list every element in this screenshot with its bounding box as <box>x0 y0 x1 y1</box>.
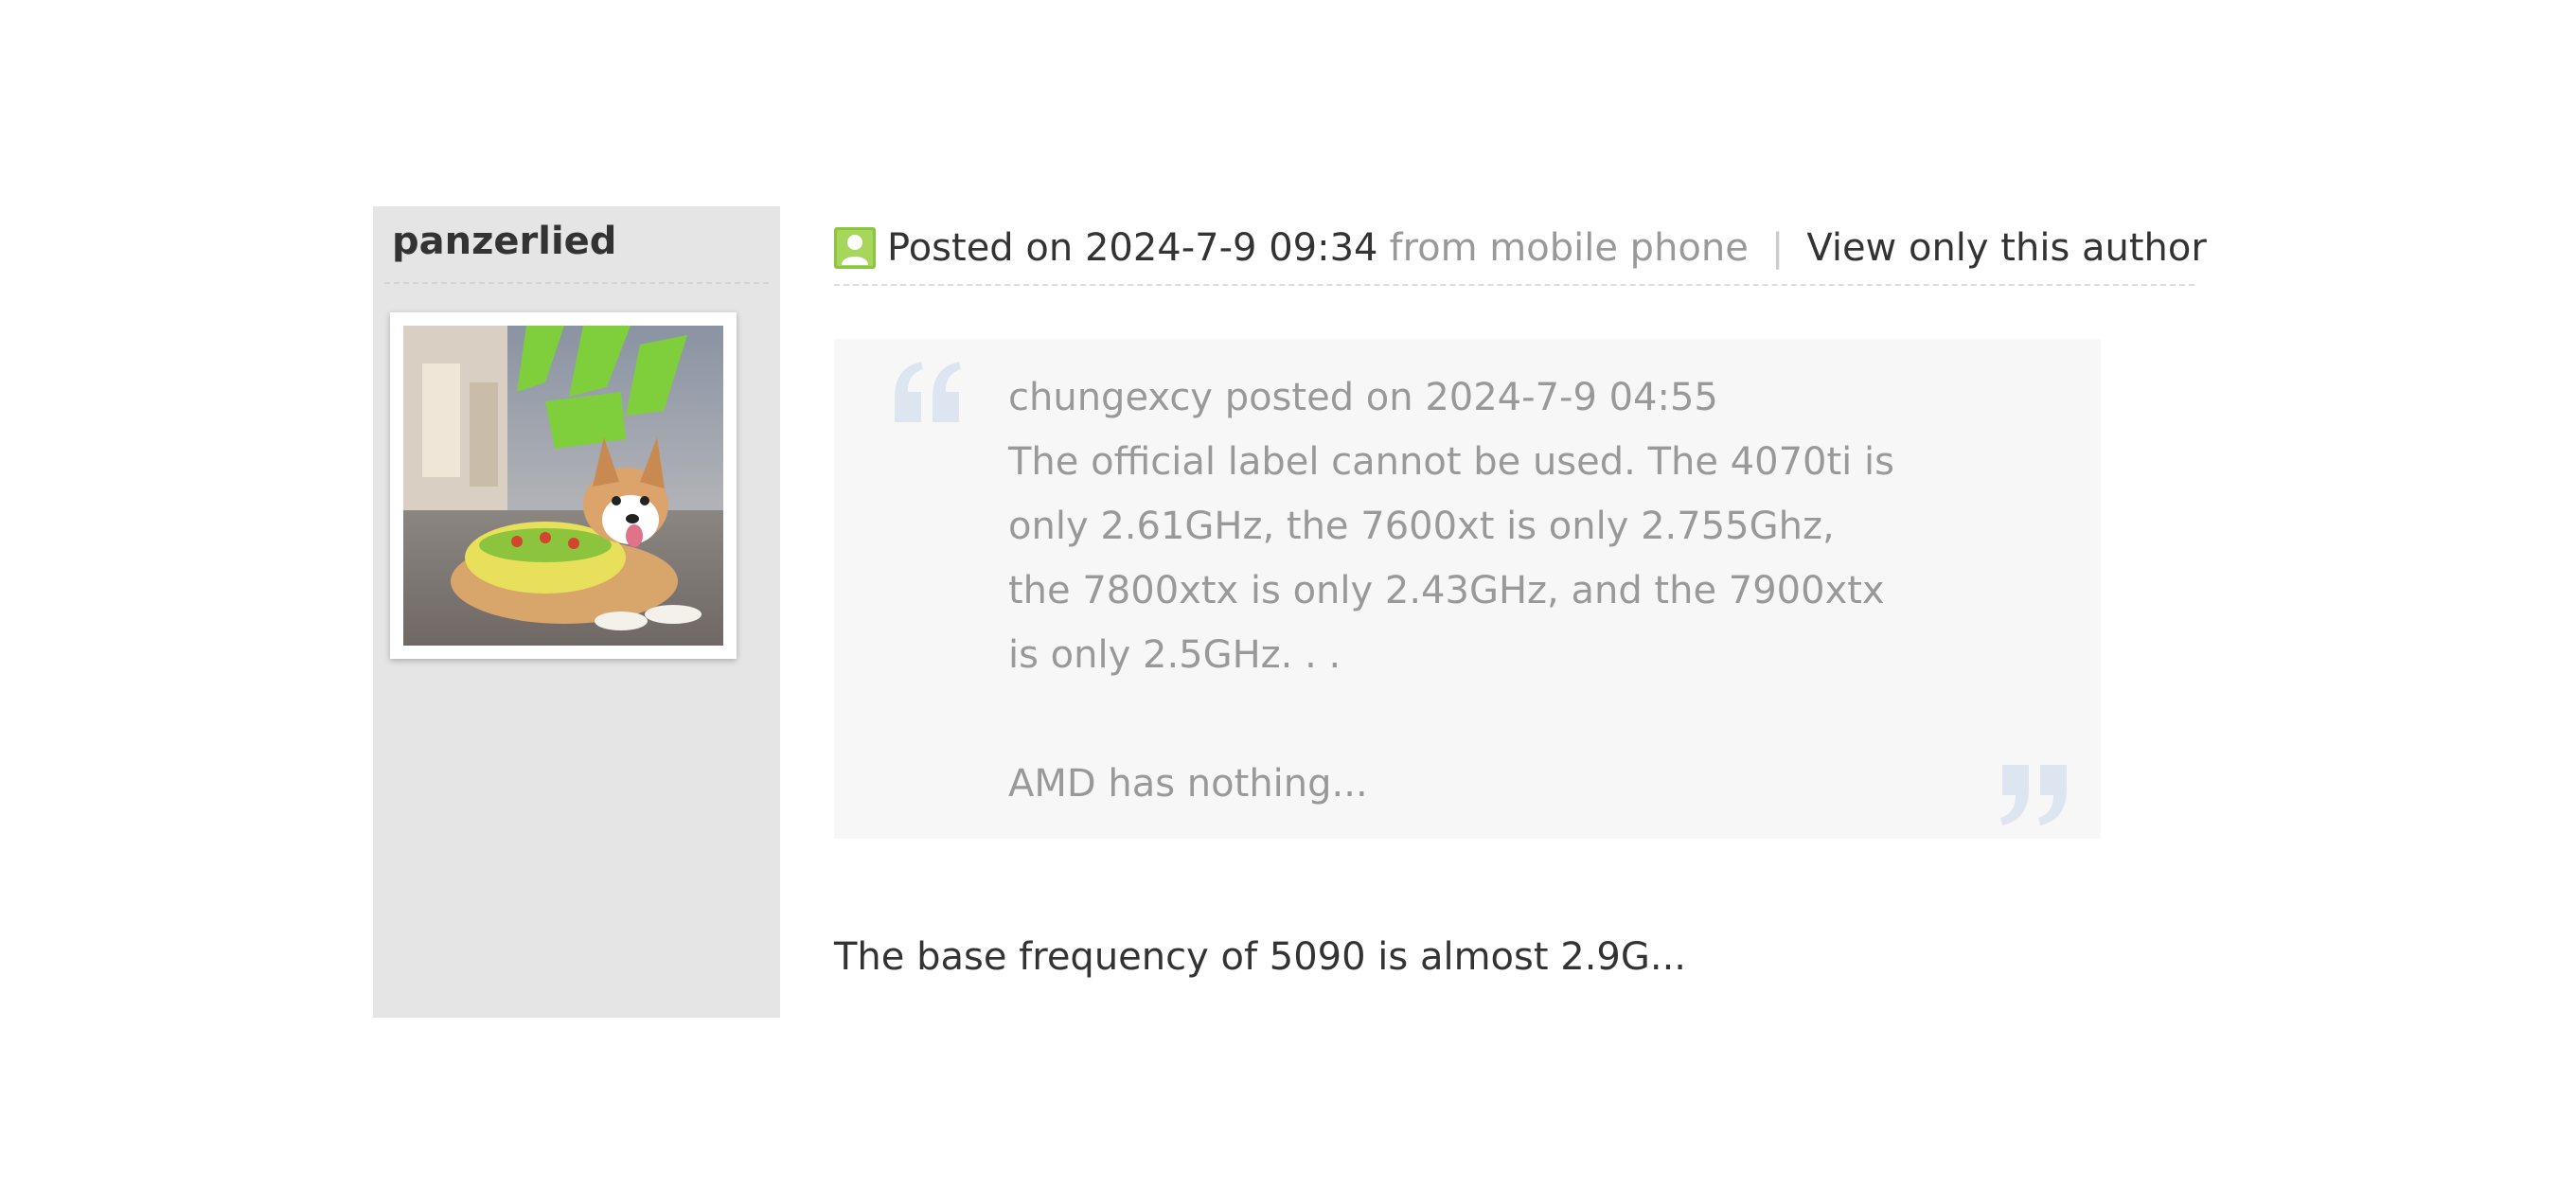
open-quote-icon <box>895 362 961 422</box>
view-only-author-link[interactable]: View only this author <box>1806 226 2206 270</box>
author-username[interactable]: panzerlied <box>392 218 616 265</box>
forum-post: panzerlied Posted on 2024-7-9 09:34 from… <box>373 206 2207 1018</box>
corgi-avatar-image <box>403 326 723 646</box>
quote-block: chungexcy posted on 2024-7-9 04:55 The o… <box>834 339 2101 839</box>
post-source: from mobile phone <box>1389 226 1749 270</box>
quote-paragraph: The official label cannot be used. The 4… <box>1008 440 1894 677</box>
post-timestamp: Posted on 2024-7-9 09:34 <box>887 226 1378 270</box>
post-body: The base frequency of 5090 is almost 2.9… <box>834 935 1687 979</box>
post-header: Posted on 2024-7-9 09:34 from mobile pho… <box>834 220 2207 276</box>
author-sidebar: panzerlied <box>373 206 780 1018</box>
quote-attribution: chungexcy posted on 2024-7-9 04:55 <box>1008 376 1718 419</box>
avatar[interactable] <box>390 312 737 659</box>
author-icon <box>834 227 876 269</box>
separator: | <box>1770 226 1785 270</box>
quote-paragraph: AMD has nothing... <box>1008 762 1368 806</box>
divider <box>834 284 2194 286</box>
quote-text: chungexcy posted on 2024-7-9 04:55 The o… <box>1008 365 1898 816</box>
close-quote-icon <box>2000 765 2067 825</box>
divider <box>384 282 769 284</box>
post-main: Posted on 2024-7-9 09:34 from mobile pho… <box>834 206 2207 1018</box>
